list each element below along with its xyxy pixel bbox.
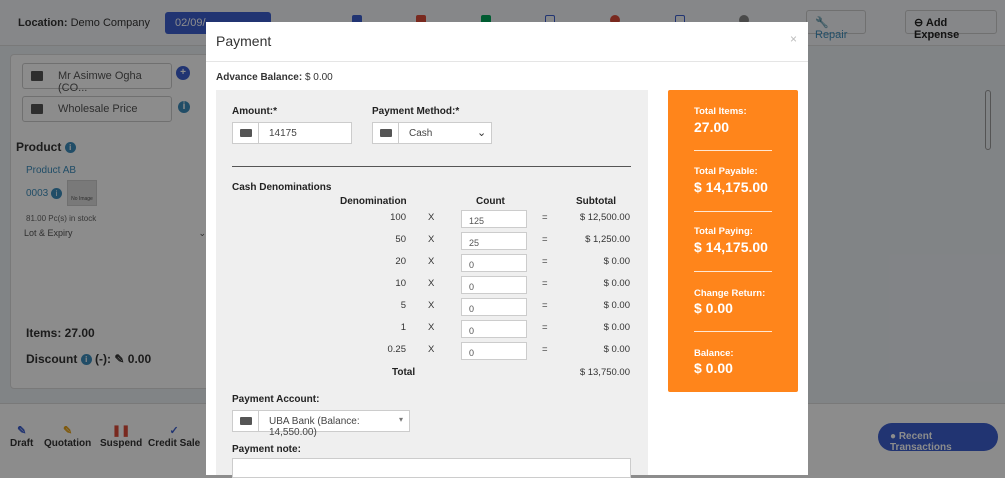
- payment-row-box: Amount:* 14175 Payment Method:* Cash ⌄ C…: [216, 90, 648, 478]
- money-icon: [233, 411, 259, 431]
- count-input[interactable]: 0: [461, 320, 527, 338]
- subtotal-value: $ 0.00: [603, 344, 630, 355]
- subtotal-value: $ 1,250.00: [585, 234, 630, 245]
- payment-account-value: UBA Bank (Balance: 14,550.00): [269, 416, 360, 438]
- multiply-symbol: X: [428, 278, 435, 289]
- subtotal-value: $ 0.00: [603, 256, 630, 267]
- money-icon: [373, 123, 399, 143]
- equals-symbol: =: [542, 234, 548, 245]
- count-input[interactable]: 0: [461, 342, 527, 360]
- money-icon: [233, 123, 259, 143]
- change-return-label: Change Return:: [694, 288, 766, 299]
- close-icon[interactable]: ×: [790, 32, 797, 46]
- divider: [694, 150, 772, 151]
- payment-account-select[interactable]: UBA Bank (Balance: 14,550.00) ▾: [232, 410, 410, 438]
- count-input[interactable]: 0: [461, 254, 527, 272]
- payment-method-select[interactable]: Cash ⌄: [372, 122, 492, 144]
- multiply-symbol: X: [428, 322, 435, 333]
- count-input[interactable]: 0: [461, 298, 527, 316]
- divider: [232, 166, 631, 167]
- multiply-symbol: X: [428, 300, 435, 311]
- denomination-value: 0.25: [387, 344, 407, 355]
- advance-balance-label: Advance Balance:: [216, 72, 303, 83]
- payment-method-label: Payment Method:*: [372, 106, 460, 117]
- equals-symbol: =: [542, 212, 548, 223]
- balance-label: Balance:: [694, 348, 734, 359]
- equals-symbol: =: [542, 278, 548, 289]
- payment-account-label: Payment Account:: [232, 394, 320, 405]
- payment-note-input[interactable]: [232, 458, 631, 478]
- amount-input[interactable]: 14175: [232, 122, 352, 144]
- advance-balance-value: $ 0.00: [304, 72, 333, 83]
- total-items-label: Total Items:: [694, 106, 747, 117]
- subtotal-value: $ 0.00: [603, 278, 630, 289]
- multiply-symbol: X: [428, 212, 435, 223]
- total-paying-label: Total Paying:: [694, 226, 753, 237]
- denominations-heading: Cash Denominations: [232, 182, 332, 193]
- col-denomination: Denomination: [340, 196, 407, 207]
- count-input[interactable]: 0: [461, 276, 527, 294]
- chevron-down-icon: ⌄: [477, 127, 487, 139]
- caret-down-icon: ▾: [399, 415, 404, 424]
- amount-value: 14175: [269, 128, 297, 139]
- subtotal-value: $ 12,500.00: [579, 212, 630, 223]
- denomination-value: 50: [395, 234, 406, 245]
- col-subtotal: Subtotal: [576, 196, 616, 207]
- total-items-value: 27.00: [694, 119, 730, 135]
- amount-label: Amount:*: [232, 106, 277, 117]
- denomination-value: 1: [400, 322, 406, 333]
- denomination-value: 100: [390, 212, 406, 223]
- col-count: Count: [476, 196, 505, 207]
- multiply-symbol: X: [428, 256, 435, 267]
- equals-symbol: =: [542, 344, 548, 355]
- count-input[interactable]: 25: [461, 232, 527, 250]
- payment-note-label: Payment note:: [232, 444, 301, 455]
- denomination-value: 20: [395, 256, 406, 267]
- total-label: Total: [392, 367, 416, 378]
- payment-method-value: Cash: [409, 128, 433, 139]
- denomination-value: 5: [400, 300, 406, 311]
- payment-modal: Payment × Advance Balance: $ 0.00 Amount…: [206, 22, 808, 478]
- modal-title: Payment: [216, 33, 272, 49]
- equals-symbol: =: [542, 256, 548, 267]
- subtotal-value: $ 0.00: [603, 300, 630, 311]
- total-value: $ 13,750.00: [579, 367, 630, 378]
- advance-balance: Advance Balance: $ 0.00: [216, 72, 333, 83]
- total-payable-label: Total Payable:: [694, 166, 758, 177]
- change-return-value: $ 0.00: [694, 300, 733, 316]
- equals-symbol: =: [542, 300, 548, 311]
- count-input[interactable]: 125: [461, 210, 527, 228]
- payment-summary: Total Items: 27.00 Total Payable: $ 14,1…: [668, 90, 798, 392]
- divider: [694, 271, 772, 272]
- subtotal-value: $ 0.00: [603, 322, 630, 333]
- total-payable-value: $ 14,175.00: [694, 179, 768, 195]
- divider: [694, 331, 772, 332]
- divider: [694, 211, 772, 212]
- modal-header: Payment ×: [206, 22, 808, 62]
- multiply-symbol: X: [428, 344, 435, 355]
- balance-value: $ 0.00: [694, 360, 733, 376]
- total-paying-value: $ 14,175.00: [694, 239, 768, 255]
- multiply-symbol: X: [428, 234, 435, 245]
- equals-symbol: =: [542, 322, 548, 333]
- denomination-value: 10: [395, 278, 406, 289]
